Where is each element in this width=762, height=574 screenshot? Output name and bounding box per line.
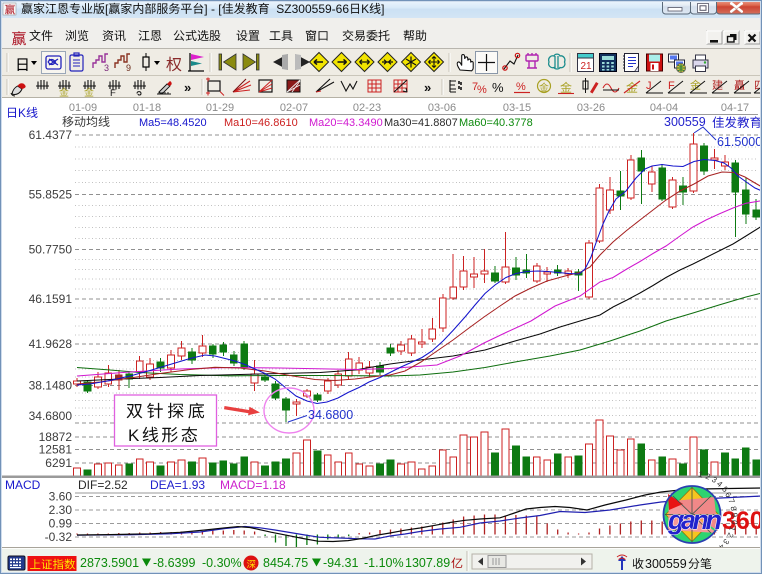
svg-text:12581: 12581 [39,443,73,457]
svg-text:3: 3 [104,63,109,73]
svg-text:04-04: 04-04 [650,102,678,114]
svg-text:SZ300559-66: SZ300559-66 [276,2,349,16]
svg-text:9: 9 [126,63,131,73]
svg-text:34.6800: 34.6800 [29,409,73,423]
svg-text:02-07: 02-07 [280,102,308,114]
svg-text:6291: 6291 [45,456,72,470]
svg-text:61.4377: 61.4377 [29,128,73,142]
svg-text:gann: gann [667,505,722,535]
svg-text:-0.30%: -0.30% [202,556,242,570]
svg-text:%: % [492,80,504,95]
svg-text:03-06: 03-06 [428,102,456,114]
svg-text:»: » [184,80,191,95]
svg-text:»: » [424,80,431,95]
svg-text:-8.6399: -8.6399 [153,556,195,570]
svg-text:8454.75: 8454.75 [263,556,308,570]
svg-text:K: K [361,2,369,16]
svg-text:3.60: 3.60 [49,490,73,504]
svg-text:61.5000: 61.5000 [717,135,762,149]
svg-text:F: F [110,88,116,99]
svg-text:K: K [18,106,26,120]
svg-text:Ma60=40.3778: Ma60=40.3778 [459,117,533,129]
svg-text:41.9628: 41.9628 [29,337,73,351]
svg-text:Ma20=43.3490: Ma20=43.3490 [309,117,383,129]
svg-text:50.7750: 50.7750 [29,243,73,257]
svg-text:02-23: 02-23 [353,102,381,114]
svg-text:04-17: 04-17 [721,102,749,114]
svg-text:Ma30=41.8807: Ma30=41.8807 [384,117,458,129]
svg-text:0.99: 0.99 [49,516,73,530]
svg-text:-1.10%: -1.10% [364,556,404,570]
svg-text:03-15: 03-15 [503,102,531,114]
svg-text:2.30: 2.30 [49,503,73,517]
svg-text:-94.31: -94.31 [323,556,358,570]
svg-text:%: % [516,81,526,93]
svg-text:38.1480: 38.1480 [29,379,73,393]
svg-text:01-29: 01-29 [206,102,234,114]
svg-text:01-18: 01-18 [133,102,161,114]
svg-text:%: % [477,84,487,96]
svg-text:DEA=1.93: DEA=1.93 [150,478,205,492]
svg-text:46.1591: 46.1591 [29,292,73,306]
svg-text:01-09: 01-09 [69,102,97,114]
svg-text:300559: 300559 [664,115,706,129]
svg-text:K: K [128,426,140,445]
svg-text:MACD=1.18: MACD=1.18 [220,478,286,492]
svg-text:300559: 300559 [645,557,687,571]
svg-text:-0.32: -0.32 [45,530,73,544]
svg-text:-: - [211,2,215,16]
svg-text:21: 21 [581,61,593,72]
svg-text:MACD: MACD [5,478,41,492]
svg-text:Ma5=48.4520: Ma5=48.4520 [139,117,207,129]
svg-text:]: ] [204,2,207,16]
svg-text:55.8525: 55.8525 [29,188,73,202]
svg-text:34.6800: 34.6800 [308,408,353,422]
svg-text:1307.89: 1307.89 [405,556,450,570]
svg-text:2873.5901: 2873.5901 [80,556,139,570]
svg-text:DIF=2.52: DIF=2.52 [78,478,128,492]
svg-text:03-26: 03-26 [577,102,605,114]
svg-text:]: ] [381,2,384,16]
svg-text:Ma10=46.8610: Ma10=46.8610 [224,117,298,129]
